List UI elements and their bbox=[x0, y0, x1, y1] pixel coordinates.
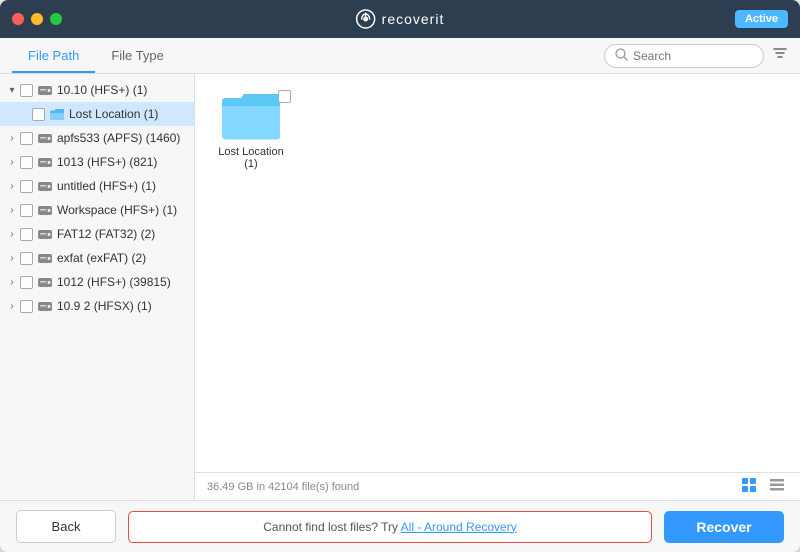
folder-icon bbox=[49, 108, 65, 121]
sidebar-item-9[interactable]: › 10.9 2 (HFSX) (1) bbox=[0, 294, 194, 318]
sidebar-item-5[interactable]: › Workspace (HFS+) (1) bbox=[0, 198, 194, 222]
sidebar-item-2[interactable]: › apfs533 (APFS) (1460) bbox=[0, 126, 194, 150]
status-bar: 36.49 GB in 42104 file(s) found bbox=[195, 472, 800, 500]
chevron-right-icon: › bbox=[6, 204, 18, 216]
checkbox-0[interactable] bbox=[20, 84, 33, 97]
chevron-down-icon: ▾ bbox=[6, 84, 18, 96]
back-button[interactable]: Back bbox=[16, 510, 116, 543]
view-icons bbox=[738, 475, 788, 498]
checkbox-1[interactable] bbox=[32, 108, 45, 121]
file-item-0[interactable]: Lost Location (1) bbox=[211, 90, 291, 170]
notice-box: Cannot find lost files? Try All - Around… bbox=[128, 511, 652, 543]
status-text: 36.49 GB in 42104 file(s) found bbox=[207, 481, 359, 493]
chevron-right-icon: › bbox=[6, 132, 18, 144]
sidebar-item-1[interactable]: Lost Location (1) bbox=[0, 102, 194, 126]
hdd-icon bbox=[37, 132, 53, 145]
grid-view-icon[interactable] bbox=[738, 475, 760, 498]
file-area: Lost Location (1) 36.49 GB in 42104 file… bbox=[195, 74, 800, 500]
sidebar-label-8: 1012 (HFS+) (39815) bbox=[57, 275, 171, 289]
maximize-button[interactable] bbox=[50, 13, 62, 25]
sidebar-item-7[interactable]: › exfat (exFAT) (2) bbox=[0, 246, 194, 270]
sidebar-item-4[interactable]: › untitled (HFS+) (1) bbox=[0, 174, 194, 198]
search-box bbox=[604, 44, 764, 68]
hdd-icon bbox=[37, 84, 53, 97]
recover-button[interactable]: Recover bbox=[664, 511, 784, 543]
hdd-icon bbox=[37, 300, 53, 313]
sidebar: ▾ 10.10 (HFS+) (1) Lost Location (1) bbox=[0, 74, 195, 500]
checkbox-6[interactable] bbox=[20, 228, 33, 241]
sidebar-label-1: Lost Location (1) bbox=[69, 107, 158, 121]
hdd-icon bbox=[37, 180, 53, 193]
hdd-icon bbox=[37, 204, 53, 217]
active-badge: Active bbox=[735, 10, 788, 28]
hdd-icon bbox=[37, 252, 53, 265]
filter-icon[interactable] bbox=[772, 45, 788, 66]
minimize-button[interactable] bbox=[31, 13, 43, 25]
sidebar-label-4: untitled (HFS+) (1) bbox=[57, 179, 156, 193]
all-around-recovery-link[interactable]: All - Around Recovery bbox=[401, 520, 517, 534]
title-bar: recoverit Active bbox=[0, 0, 800, 38]
sidebar-item-6[interactable]: › FAT12 (FAT32) (2) bbox=[0, 222, 194, 246]
chevron-right-icon: › bbox=[6, 300, 18, 312]
checkbox-5[interactable] bbox=[20, 204, 33, 217]
chevron-right-icon: › bbox=[6, 276, 18, 288]
sidebar-label-0: 10.10 (HFS+) (1) bbox=[57, 83, 147, 97]
sidebar-label-2: apfs533 (APFS) (1460) bbox=[57, 131, 180, 145]
search-input[interactable] bbox=[633, 49, 753, 63]
checkbox-3[interactable] bbox=[20, 156, 33, 169]
sidebar-label-3: 1013 (HFS+) (821) bbox=[57, 155, 157, 169]
chevron-right-icon: › bbox=[6, 156, 18, 168]
hdd-icon bbox=[37, 156, 53, 169]
notice-text: Cannot find lost files? Try bbox=[263, 520, 400, 534]
app-logo-icon bbox=[356, 9, 376, 29]
sidebar-label-6: FAT12 (FAT32) (2) bbox=[57, 227, 155, 241]
checkbox-2[interactable] bbox=[20, 132, 33, 145]
tab-file-type[interactable]: File Type bbox=[95, 40, 180, 73]
sidebar-item-8[interactable]: › 1012 (HFS+) (39815) bbox=[0, 270, 194, 294]
main-content: ▾ 10.10 (HFS+) (1) Lost Location (1) bbox=[0, 74, 800, 500]
hdd-icon bbox=[37, 276, 53, 289]
tab-bar: File Path File Type bbox=[0, 38, 800, 74]
checkbox-9[interactable] bbox=[20, 300, 33, 313]
file-item-checkbox[interactable] bbox=[278, 90, 291, 103]
checkbox-4[interactable] bbox=[20, 180, 33, 193]
list-view-icon[interactable] bbox=[766, 475, 788, 498]
chevron-right-icon: › bbox=[6, 180, 18, 192]
sidebar-label-9: 10.9 2 (HFSX) (1) bbox=[57, 299, 152, 313]
checkbox-7[interactable] bbox=[20, 252, 33, 265]
chevron-right-icon: › bbox=[6, 228, 18, 240]
file-grid: Lost Location (1) bbox=[195, 74, 800, 472]
sidebar-item-3[interactable]: › 1013 (HFS+) (821) bbox=[0, 150, 194, 174]
close-button[interactable] bbox=[12, 13, 24, 25]
title-center: recoverit bbox=[356, 9, 445, 29]
sidebar-label-5: Workspace (HFS+) (1) bbox=[57, 203, 177, 217]
folder-icon-large bbox=[220, 90, 282, 142]
tab-file-path[interactable]: File Path bbox=[12, 40, 95, 73]
search-icon bbox=[615, 48, 628, 64]
file-item-label-0: Lost Location (1) bbox=[211, 146, 291, 170]
search-area bbox=[604, 44, 788, 68]
sidebar-item-0[interactable]: ▾ 10.10 (HFS+) (1) bbox=[0, 78, 194, 102]
traffic-lights bbox=[12, 13, 62, 25]
checkbox-8[interactable] bbox=[20, 276, 33, 289]
app-title: recoverit bbox=[382, 11, 445, 27]
app-window: recoverit Active File Path File Type bbox=[0, 0, 800, 552]
hdd-icon bbox=[37, 228, 53, 241]
sidebar-label-7: exfat (exFAT) (2) bbox=[57, 251, 146, 265]
chevron-right-icon: › bbox=[6, 252, 18, 264]
bottom-bar: Back Cannot find lost files? Try All - A… bbox=[0, 500, 800, 552]
